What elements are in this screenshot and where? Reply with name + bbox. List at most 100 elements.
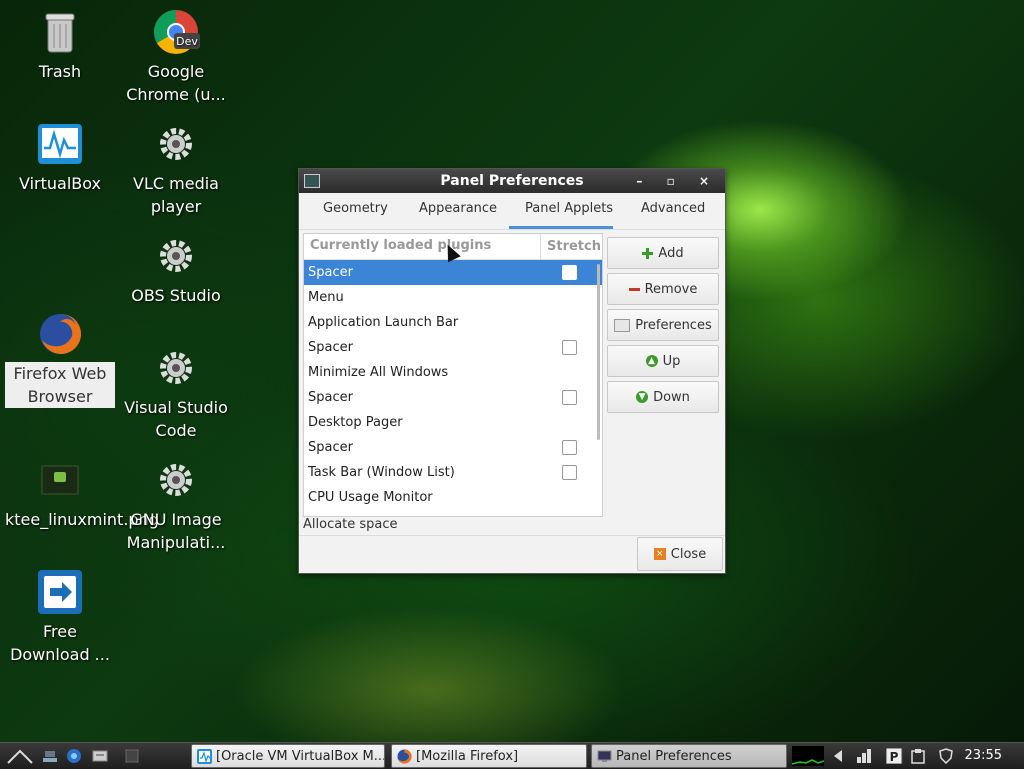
- list-item[interactable]: Menu: [304, 285, 602, 310]
- clipboard-icon[interactable]: [910, 748, 926, 764]
- plugin-name: Spacer: [308, 390, 353, 405]
- desktop-icon-firefox[interactable]: Firefox Web Browser: [5, 310, 115, 408]
- parking-icon[interactable]: P: [886, 748, 904, 764]
- desktop-icon-label: VirtualBox: [18, 174, 102, 193]
- plugin-name: Menu: [308, 290, 344, 305]
- list-item[interactable]: Minimize All Windows: [304, 360, 602, 385]
- browser-icon[interactable]: [66, 748, 82, 764]
- plugin-name: Application Launch Bar: [308, 315, 459, 330]
- maximize-button[interactable]: ▫: [667, 174, 685, 188]
- remove-button[interactable]: Remove: [607, 273, 719, 305]
- add-button-label: Add: [658, 245, 684, 261]
- stretch-checkbox[interactable]: [562, 390, 577, 405]
- close-button-label: Close: [670, 546, 707, 562]
- list-item[interactable]: Spacer: [304, 385, 602, 410]
- virtualbox-icon: [36, 120, 84, 168]
- tab-bar: Geometry Appearance Panel Applets Advanc…: [299, 193, 725, 230]
- task-firefox[interactable]: [Mozilla Firefox]: [391, 744, 587, 768]
- arrow-down-icon: ▼: [636, 391, 649, 403]
- down-button-label: Down: [653, 389, 690, 405]
- stretch-checkbox[interactable]: [562, 340, 577, 355]
- minimize-button[interactable]: –: [636, 174, 652, 188]
- network-icon[interactable]: [856, 748, 872, 764]
- desktop-icon-obs[interactable]: OBS Studio: [121, 232, 231, 307]
- column-header-plugins[interactable]: Currently loaded plugins: [310, 238, 491, 253]
- desktop-icon-image-file[interactable]: ktee_linuxmint.png: [5, 456, 159, 531]
- desktop-icon-label: Trash: [38, 62, 82, 81]
- close-window-button[interactable]: ×: [699, 174, 719, 188]
- tab-geometry[interactable]: Geometry: [323, 201, 388, 216]
- file-manager-icon[interactable]: [92, 748, 108, 764]
- monitor-icon: [597, 750, 612, 762]
- preferences-button-label: Preferences: [635, 317, 712, 333]
- status-text: Allocate space: [303, 517, 398, 532]
- list-item[interactable]: Desktop Pager: [304, 410, 602, 435]
- desktop-icon-gimp[interactable]: GNU Image Manipulati...: [121, 456, 231, 554]
- clock[interactable]: 23:55: [965, 743, 1002, 769]
- plugin-name: Minimize All Windows: [308, 365, 449, 380]
- stretch-checkbox[interactable]: [562, 440, 577, 455]
- plugin-name: Desktop Pager: [308, 415, 403, 430]
- stretch-checkbox[interactable]: [562, 465, 577, 480]
- desktop-icon-label: Firefox Web Browser: [5, 362, 115, 408]
- monitor-icon: [304, 174, 320, 188]
- close-icon: ×: [653, 548, 666, 560]
- desktop-icon-chrome[interactable]: Dev Google Chrome (u...: [121, 8, 231, 106]
- menu-icon[interactable]: [6, 748, 36, 764]
- stretch-checkbox[interactable]: [562, 265, 577, 280]
- desktop-icon-virtualbox[interactable]: VirtualBox: [5, 120, 115, 195]
- down-button[interactable]: ▼ Down: [607, 381, 719, 413]
- panel-preferences-window: Panel Preferences – ▫ × Geometry Appeara…: [298, 168, 726, 574]
- list-item[interactable]: Spacer: [304, 435, 602, 460]
- window-titlebar[interactable]: Panel Preferences – ▫ ×: [299, 169, 725, 193]
- firefox-icon: [36, 310, 84, 358]
- desktop-icon-label: Free Download ...: [10, 622, 110, 664]
- add-button[interactable]: Add: [607, 237, 719, 269]
- remove-button-label: Remove: [644, 281, 698, 297]
- gear-icon: [152, 456, 200, 504]
- desktop-icon-vlc[interactable]: VLC media player: [121, 120, 231, 218]
- list-item[interactable]: Task Bar (Window List): [304, 460, 602, 485]
- desktop-icon-label: ktee_linuxmint.png: [5, 510, 159, 529]
- list-item[interactable]: Spacer: [304, 260, 602, 285]
- desktop-icon-vscode[interactable]: Visual Studio Code: [121, 344, 231, 442]
- plugins-list: Currently loaded plugins Stretch Spacer …: [303, 233, 603, 517]
- tab-appearance[interactable]: Appearance: [419, 201, 497, 216]
- desktop-icon-trash[interactable]: Trash: [5, 8, 115, 83]
- task-label: [Mozilla Firefox]: [416, 749, 519, 764]
- tab-advanced[interactable]: Advanced: [641, 201, 705, 216]
- virtualbox-icon: [197, 749, 212, 764]
- list-item[interactable]: Application Launch Bar: [304, 310, 602, 335]
- desktop-icon-free-download-manager[interactable]: Free Download ...: [5, 568, 115, 666]
- list-item[interactable]: Spacer: [304, 335, 602, 360]
- trash-icon: [36, 8, 84, 56]
- gear-icon: [152, 232, 200, 280]
- divider: [299, 535, 725, 536]
- arrow-left-icon[interactable]: [830, 748, 846, 764]
- plugin-name: Spacer: [308, 340, 353, 355]
- image-file-icon: [36, 456, 84, 504]
- tab-panel-applets[interactable]: Panel Applets: [525, 201, 613, 216]
- gear-icon: [152, 344, 200, 392]
- list-item[interactable]: CPU Usage Monitor: [304, 485, 602, 510]
- column-header-stretch[interactable]: Stretch: [540, 234, 601, 259]
- desktop-icon-label: GNU Image Manipulati...: [126, 510, 226, 552]
- close-button[interactable]: × Close: [637, 537, 723, 571]
- desktop-pager-icon[interactable]: [124, 748, 140, 764]
- task-virtualbox[interactable]: [Oracle VM VirtualBox M...: [191, 744, 385, 768]
- firefox-icon: [397, 749, 412, 764]
- chrome-badge: Dev: [176, 35, 198, 48]
- gear-icon: [152, 120, 200, 168]
- up-button-label: Up: [662, 353, 681, 369]
- shield-icon[interactable]: [938, 748, 954, 764]
- minimize-all-icon[interactable]: [42, 748, 58, 764]
- up-button[interactable]: ▲ Up: [607, 345, 719, 377]
- desktop-icon-label: OBS Studio: [131, 286, 221, 305]
- list-scrollbar[interactable]: [597, 264, 600, 440]
- plugin-name: Task Bar (Window List): [308, 465, 455, 480]
- active-tab-indicator: [509, 226, 613, 229]
- preferences-button[interactable]: Preferences: [607, 309, 719, 341]
- preferences-icon: [614, 318, 631, 332]
- window-title: Panel Preferences: [440, 173, 584, 189]
- task-panel-preferences[interactable]: Panel Preferences: [591, 744, 787, 768]
